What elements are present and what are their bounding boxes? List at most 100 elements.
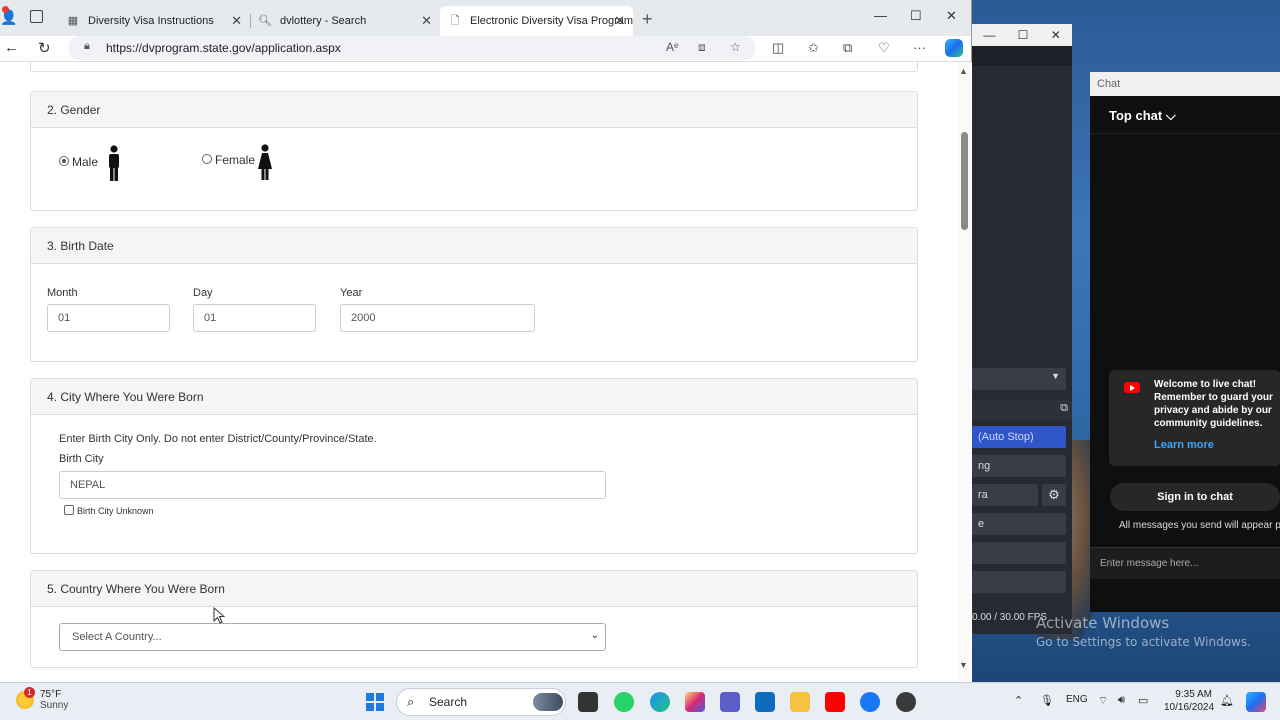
store-icon[interactable] xyxy=(755,692,775,712)
volume-icon[interactable]: 🔊︎ xyxy=(1118,694,1125,707)
maximize-icon[interactable]: ☐ xyxy=(1018,28,1029,42)
tray-chevron-icon[interactable]: ⌃ xyxy=(1014,694,1023,707)
close-icon[interactable]: ✕ xyxy=(421,13,432,29)
scrollbar-thumb[interactable] xyxy=(961,132,968,230)
obs-icon[interactable] xyxy=(896,692,916,712)
male-label: Male xyxy=(72,155,99,169)
notifications-bell-icon[interactable]: 🔔︎ xyxy=(1220,694,1234,707)
collections-icon[interactable]: ⧉ xyxy=(843,40,852,56)
wifi-icon[interactable]: ⌔ xyxy=(1098,694,1108,708)
scroll-up-icon[interactable]: ▲ xyxy=(959,66,968,76)
obs-control-button[interactable] xyxy=(972,571,1066,593)
refresh-icon[interactable]: ↻ xyxy=(38,39,51,57)
language-indicator[interactable]: ENG xyxy=(1066,694,1088,705)
profile-icon[interactable]: 👤 xyxy=(0,6,17,27)
maximize-icon[interactable]: ☐ xyxy=(910,8,922,24)
tab-electronic-diversity-visa-program[interactable]: 🗋 Electronic Diversity Visa Program ✕ xyxy=(440,6,633,36)
birth-country-heading: 5. Country Where You Were Born xyxy=(31,571,917,607)
tab-actions-icon[interactable] xyxy=(30,10,43,23)
male-radio[interactable] xyxy=(59,156,69,166)
chevron-down-icon: ⌵ xyxy=(1165,108,1176,123)
taskbar-search-label: Search xyxy=(429,695,468,709)
country-select[interactable]: Select A Country... ⌄ xyxy=(59,623,606,651)
popout-icon[interactable]: ⧉ xyxy=(1060,402,1068,415)
chat-welcome-card: Welcome to live chat! Remember to guard … xyxy=(1109,370,1280,466)
day-input[interactable]: 01 xyxy=(193,304,316,332)
favorite-star-icon[interactable]: ☆ xyxy=(730,40,741,54)
windows-start-icon[interactable] xyxy=(366,693,384,711)
url-bar[interactable]: 🔒︎ https://dvprogram.state.gov/applicati… xyxy=(68,36,756,60)
chat-notice: All messages you send will appear pu xyxy=(1119,520,1280,531)
back-icon[interactable]: ← xyxy=(4,39,19,56)
obs-control-button[interactable]: e xyxy=(972,513,1066,535)
page-icon: ▦ xyxy=(67,15,79,27)
youtube-icon xyxy=(1124,382,1140,393)
obs-titlebar: — ☐ ✕ xyxy=(972,24,1072,46)
female-radio[interactable] xyxy=(202,154,212,164)
immersive-reader-icon[interactable]: ⧈ xyxy=(698,40,706,55)
birth-city-input[interactable]: NEPAL xyxy=(59,471,606,499)
obs-preview-bar xyxy=(972,46,1072,66)
year-input[interactable]: 2000 xyxy=(340,304,535,332)
battery-icon[interactable]: ▭ xyxy=(1138,694,1148,707)
browser-essentials-icon[interactable]: ♡ xyxy=(878,40,890,56)
tab-dvlottery-search[interactable]: 🔍︎ dvlottery - Search ✕ xyxy=(250,6,441,36)
month-label: Month xyxy=(47,287,78,299)
close-icon[interactable]: ✕ xyxy=(231,13,242,29)
sun-icon: 1 xyxy=(16,687,35,709)
facebook-icon[interactable] xyxy=(860,692,880,712)
windows-taskbar: 1 75°F Sunny ⌕ Search ⌃ 🎙︎ ENG ⌔ 🔊︎ ▭ 9:… xyxy=(0,682,1280,720)
chat-welcome-text: Welcome to live chat! Remember to guard … xyxy=(1154,379,1273,429)
chat-window-title: Chat xyxy=(1090,72,1280,96)
watermark-title: Activate Windows xyxy=(1036,614,1170,632)
minimize-icon[interactable]: — xyxy=(874,8,887,23)
page-scrollbar[interactable]: ▲ ▼ xyxy=(957,62,971,682)
obs-control-button[interactable]: ng xyxy=(972,455,1066,477)
obs-auto-stop-button[interactable]: (Auto Stop) xyxy=(972,426,1066,448)
birth-city-unknown-checkbox[interactable] xyxy=(64,505,74,515)
favorites-icon[interactable]: ✩ xyxy=(808,40,819,56)
weather-widget[interactable]: 1 75°F Sunny xyxy=(16,687,68,711)
copilot-icon[interactable] xyxy=(1246,692,1266,712)
microphone-icon[interactable]: 🎙︎ xyxy=(1040,694,1054,707)
tab-title: dvlottery - Search xyxy=(280,15,367,27)
learn-more-link[interactable]: Learn more xyxy=(1154,439,1280,452)
minimize-icon[interactable]: — xyxy=(983,28,995,42)
obs-control-button[interactable] xyxy=(972,542,1066,564)
file-explorer-icon[interactable] xyxy=(790,692,810,712)
obs-control-button[interactable]: ra xyxy=(972,484,1038,506)
tab-diversity-visa-instructions[interactable]: ▦ Diversity Visa Instructions ✕ xyxy=(58,6,251,36)
edge-icon[interactable] xyxy=(650,692,670,712)
month-input[interactable]: 01 xyxy=(47,304,170,332)
obs-dropdown[interactable]: ▼ xyxy=(972,368,1066,390)
gear-icon[interactable]: ⚙ xyxy=(1042,484,1066,506)
activate-windows-watermark: Activate Windows Go to Settings to activ… xyxy=(1036,614,1251,649)
year-label: Year xyxy=(340,287,363,299)
whatsapp-icon[interactable] xyxy=(614,692,634,712)
chat-message-input[interactable]: Enter message here... xyxy=(1090,547,1280,579)
split-screen-icon[interactable]: ◫ xyxy=(772,40,784,56)
teams-icon[interactable] xyxy=(720,692,740,712)
scroll-down-icon[interactable]: ▼ xyxy=(959,660,968,670)
task-view-icon[interactable] xyxy=(578,692,598,712)
female-person-icon xyxy=(258,144,272,180)
copilot-icon[interactable] xyxy=(945,39,963,57)
close-icon[interactable]: ✕ xyxy=(946,8,957,24)
read-aloud-icon[interactable]: Aᵉ xyxy=(666,40,678,54)
close-icon[interactable]: ✕ xyxy=(1051,28,1061,42)
sign-in-to-chat-button[interactable]: Sign in to chat xyxy=(1110,483,1280,511)
birth-date-heading: 3. Birth Date xyxy=(31,228,917,264)
taskbar-search-box[interactable]: ⌕ Search xyxy=(396,688,566,716)
address-bar-row: ← ↻ 🔒︎ https://dvprogram.state.gov/appli… xyxy=(0,36,971,62)
birth-city-heading: 4. City Where You Were Born xyxy=(31,379,917,415)
new-tab-icon[interactable]: + xyxy=(642,9,653,30)
youtube-chat-window: Chat Top chat ⌵ Welcome to live chat! Re… xyxy=(1090,72,1280,612)
youtube-icon[interactable] xyxy=(825,692,845,712)
tab-strip: 👤 ▦ Diversity Visa Instructions ✕ 🔍︎ dvl… xyxy=(0,0,971,36)
country-select-value: Select A Country... xyxy=(72,631,162,643)
more-options-icon[interactable]: ··· xyxy=(913,40,926,55)
top-chat-selector[interactable]: Top chat ⌵ xyxy=(1090,96,1280,134)
system-clock[interactable]: 9:35 AM 10/16/2024 xyxy=(1164,688,1214,714)
close-icon[interactable]: ✕ xyxy=(614,13,625,29)
instagram-icon[interactable] xyxy=(685,692,705,712)
